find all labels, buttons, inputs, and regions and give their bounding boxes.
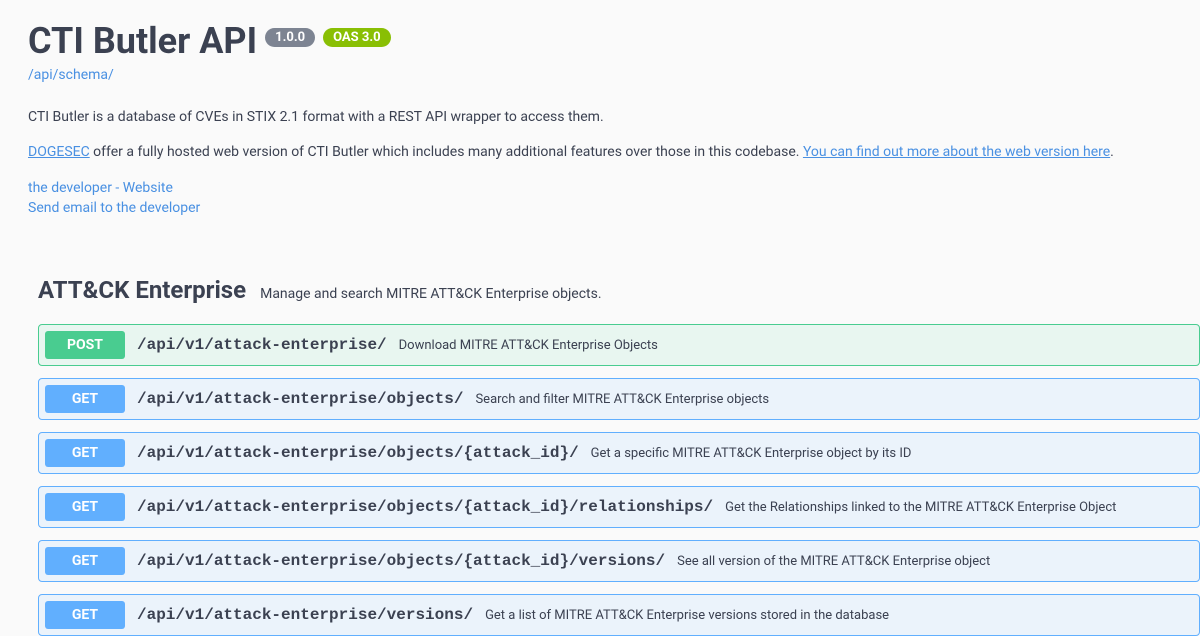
method-badge: GET xyxy=(45,601,125,629)
section-title: ATT&CK Enterprise xyxy=(38,276,246,304)
endpoint-summary: Get the Relationships linked to the MITR… xyxy=(725,500,1116,515)
developer-website-link[interactable]: the developer - Website xyxy=(28,179,1200,199)
endpoint-row[interactable]: GET/api/v1/attack-enterprise/objects/{at… xyxy=(38,540,1200,582)
endpoint-summary: Download MITRE ATT&CK Enterprise Objects xyxy=(399,338,658,353)
description-detail: DOGESEC offer a fully hosted web version… xyxy=(28,142,1200,163)
endpoint-row[interactable]: GET/api/v1/attack-enterprise/objects/{at… xyxy=(38,486,1200,528)
description-intro: CTI Butler is a database of CVEs in STIX… xyxy=(28,107,1200,128)
desc-text-middle: offer a fully hosted web version of CTI … xyxy=(90,144,803,160)
endpoint-path: /api/v1/attack-enterprise/ xyxy=(137,336,387,354)
section-description: Manage and search MITRE ATT&CK Enterpris… xyxy=(260,286,601,302)
desc-text-end: . xyxy=(1110,144,1114,160)
developer-email-link[interactable]: Send email to the developer xyxy=(28,199,1200,219)
dogesec-link[interactable]: DOGESEC xyxy=(28,144,90,160)
endpoint-path: /api/v1/attack-enterprise/versions/ xyxy=(137,606,473,624)
endpoint-path: /api/v1/attack-enterprise/objects/ xyxy=(137,390,463,408)
endpoint-row[interactable]: GET/api/v1/attack-enterprise/objects/Sea… xyxy=(38,378,1200,420)
schema-link[interactable]: /api/schema/ xyxy=(28,67,114,83)
endpoint-path: /api/v1/attack-enterprise/objects/{attac… xyxy=(137,552,665,570)
method-badge: POST xyxy=(45,331,125,359)
endpoint-summary: Get a specific MITRE ATT&CK Enterprise o… xyxy=(591,446,912,461)
section-header[interactable]: ATT&CK Enterprise Manage and search MITR… xyxy=(38,276,1200,304)
method-badge: GET xyxy=(45,547,125,575)
method-badge: GET xyxy=(45,493,125,521)
endpoint-summary: Get a list of MITRE ATT&CK Enterprise ve… xyxy=(485,608,889,623)
endpoint-path: /api/v1/attack-enterprise/objects/{attac… xyxy=(137,498,713,516)
web-version-link[interactable]: You can find out more about the web vers… xyxy=(803,144,1110,160)
endpoint-row[interactable]: GET/api/v1/attack-enterprise/objects/{at… xyxy=(38,432,1200,474)
version-badge: 1.0.0 xyxy=(265,28,315,47)
method-badge: GET xyxy=(45,439,125,467)
endpoint-row[interactable]: POST/api/v1/attack-enterprise/Download M… xyxy=(38,324,1200,366)
endpoint-path: /api/v1/attack-enterprise/objects/{attac… xyxy=(137,444,579,462)
endpoint-summary: Search and filter MITRE ATT&CK Enterpris… xyxy=(475,392,769,407)
endpoint-summary: See all version of the MITRE ATT&CK Ente… xyxy=(677,554,990,569)
oas-badge: OAS 3.0 xyxy=(323,28,391,47)
method-badge: GET xyxy=(45,385,125,413)
api-title: CTI Butler API xyxy=(28,20,257,62)
